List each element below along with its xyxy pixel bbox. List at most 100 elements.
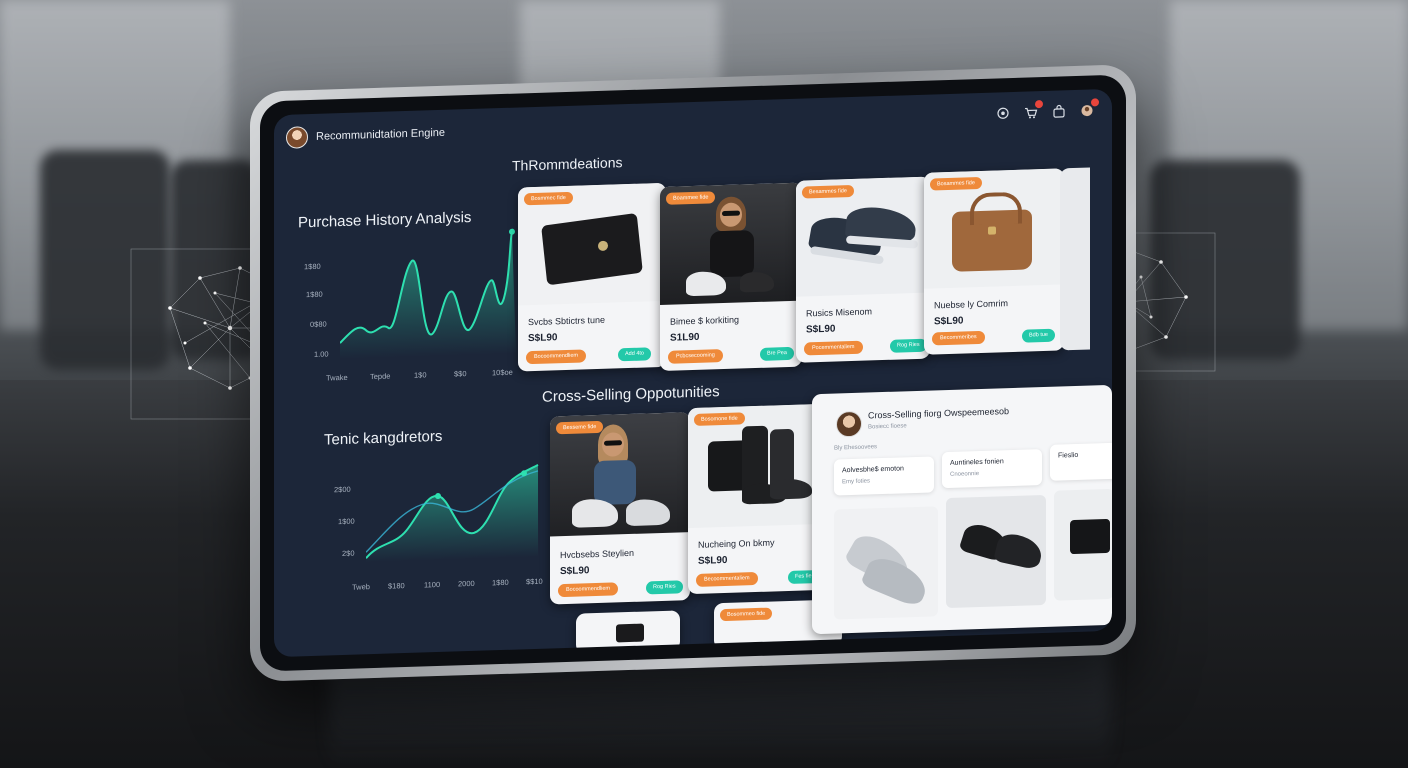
y-tick-label: 2$0	[342, 548, 355, 559]
product-price: S$L90	[528, 332, 558, 345]
recommendation-button[interactable]: Becommeribes	[932, 330, 985, 346]
y-tick-label: 1$00	[338, 516, 355, 527]
product-price: S$L90	[698, 554, 728, 567]
cart-icon[interactable]	[1024, 100, 1043, 119]
panel-item-subtitle: Emy foties	[842, 478, 871, 486]
recommendation-button[interactable]: Bocoommendliem	[558, 582, 619, 598]
badge: Bosommeo fide	[720, 607, 773, 622]
panel-item-subtitle: Cnoeonnie	[950, 471, 980, 478]
user-avatar[interactable]	[286, 126, 308, 149]
product-price: S$L90	[934, 315, 964, 328]
product-name: Nucheing On bkmy	[698, 537, 775, 550]
recommendations-title: ThRommdeations	[512, 154, 623, 174]
cross-sell-card[interactable]: Bosomone fide Nucheing On bkmy S$L90 Bec…	[688, 403, 828, 595]
notification-icon[interactable]	[1080, 98, 1099, 117]
notification-dot	[1091, 98, 1099, 107]
handbag-buckle	[988, 226, 996, 235]
sneaker	[859, 552, 933, 609]
badge: Besseme fide	[556, 420, 604, 435]
panel-thumbnail-black-sneakers[interactable]	[946, 494, 1046, 609]
trending-title: Tenic kangdretors	[324, 427, 443, 449]
badge: Bosmmec fide	[524, 191, 573, 206]
recommendation-button[interactable]: Becoommentaliem	[696, 571, 758, 587]
x-tick-label: 10$oe	[492, 367, 513, 378]
app-title: Recommunidtation Engine	[316, 126, 446, 143]
badge: Bosomone fide	[694, 412, 745, 426]
y-tick-label: 1.00	[314, 349, 329, 359]
x-tick-label: Twake	[326, 372, 348, 383]
bag-illustration	[1070, 518, 1110, 555]
purchase-history-chart	[340, 228, 516, 360]
top-bar: Recommunidtation Engine	[274, 89, 1112, 161]
product-price: S1L90	[670, 331, 700, 344]
bag-icon[interactable]	[1052, 104, 1066, 118]
add-to-cart-button[interactable]: Rog Ries	[890, 338, 927, 353]
add-to-cart-button[interactable]: Bdb tue	[1022, 328, 1055, 343]
sunglasses	[722, 210, 740, 217]
sneaker	[626, 498, 670, 527]
product-name: Svcbs Sbtictrs tune	[528, 314, 606, 328]
top-icons	[996, 98, 1099, 120]
product-card[interactable]: Bosammes fide Nuebse ly Comrim S$L90 Bec…	[924, 168, 1064, 355]
tablet-bezel: Recommunidtation Engine Purchase History…	[260, 74, 1126, 672]
purchase-history-title: Purchase History Analysis	[298, 208, 472, 232]
panel-thumbnail-bag[interactable]	[1054, 488, 1112, 601]
settings-icon[interactable]	[996, 106, 1010, 120]
notification-dot	[1035, 100, 1043, 109]
purchase-area	[340, 231, 516, 360]
next-card-peek[interactable]	[1060, 167, 1090, 351]
product-thumbnail	[616, 623, 644, 643]
x-tick-label: 2000	[458, 578, 475, 589]
add-to-cart-button[interactable]: Bre Pea	[760, 346, 794, 361]
y-tick-label: 0$80	[310, 319, 327, 330]
add-to-cart-button[interactable]: Rog Ries	[646, 580, 683, 595]
boot-foot	[770, 478, 812, 500]
cross-sell-card-partial[interactable]	[576, 610, 680, 654]
recommendation-button[interactable]: Pocemmentaliem	[804, 340, 863, 356]
panel-subtitle-secondary: Bly Ehesoovees	[834, 444, 878, 452]
panel-subtitle: Bosiecc fioese	[868, 423, 907, 431]
model-body	[710, 230, 754, 278]
trending-chart	[366, 463, 539, 563]
badge: Besammes fide	[802, 184, 854, 199]
sneaker	[993, 531, 1045, 571]
panel-item[interactable]: Auntineles fonien Cnoeonnie	[942, 449, 1042, 489]
y-tick-label: 1$80	[306, 289, 323, 300]
x-tick-label: 1$0	[414, 370, 427, 380]
sneaker	[740, 271, 774, 293]
badge: Bosammes fide	[930, 176, 982, 191]
product-name: Nuebse ly Comrim	[934, 298, 1009, 311]
panel-item-title: Aolvesbhe$ emoton	[842, 465, 904, 475]
cross-selling-title: Cross-Selling Oppotunities	[542, 383, 720, 406]
purchase-peak-point[interactable]	[509, 228, 515, 235]
cross-sell-card[interactable]: Besseme fide Hvcbsebs Steylien S$L90 Boc…	[550, 412, 690, 605]
product-card[interactable]: Besammes fide Rusics Misenom S$L90 Pocem…	[796, 176, 930, 363]
x-tick-label: Tweb	[352, 582, 370, 592]
product-card[interactable]: Boammee fide Bimee $ korkiting S1L90 Pcb…	[660, 182, 802, 372]
cross-selling-panel: Cross-Selling fiorg Owspeemeesob Bosiecc…	[812, 384, 1112, 635]
add-to-cart-button[interactable]: Add 4to	[618, 347, 651, 362]
y-tick-label: 2$00	[334, 484, 351, 495]
x-tick-label: Tepde	[370, 371, 391, 382]
panel-item[interactable]: Aolvesbhe$ emoton Emy foties	[834, 456, 934, 496]
product-price: S$L90	[806, 323, 836, 336]
wallet-illustration	[541, 212, 643, 286]
product-name: Bimee $ korkiting	[670, 314, 740, 327]
x-tick-label: 1$80	[492, 577, 509, 588]
x-tick-label: $$0	[454, 369, 467, 379]
panel-item[interactable]: Fieslio	[1050, 442, 1112, 481]
recommendation-button[interactable]: Pcbcsecooming	[668, 349, 723, 364]
panel-title: Cross-Selling fiorg Owspeemeesob	[868, 406, 1010, 421]
x-tick-label: $180	[388, 581, 405, 591]
x-tick-label: $$10	[526, 576, 543, 587]
panel-avatar	[836, 410, 862, 438]
product-name: Hvcbsebs Steylien	[560, 547, 635, 561]
recommendation-button[interactable]: Bocoommendliem	[526, 349, 587, 365]
product-card[interactable]: Bosmmec fide Svcbs Sbtictrs tune S$L90 B…	[518, 182, 666, 372]
panel-thumbnail-sneakers[interactable]	[834, 506, 938, 620]
panel-item-title: Auntineles fonien	[950, 458, 1004, 467]
product-price: S$L90	[560, 565, 590, 578]
model-body	[594, 459, 636, 506]
product-name: Rusics Misenom	[806, 306, 873, 319]
dashboard-screen: Recommunidtation Engine Purchase History…	[274, 88, 1112, 658]
